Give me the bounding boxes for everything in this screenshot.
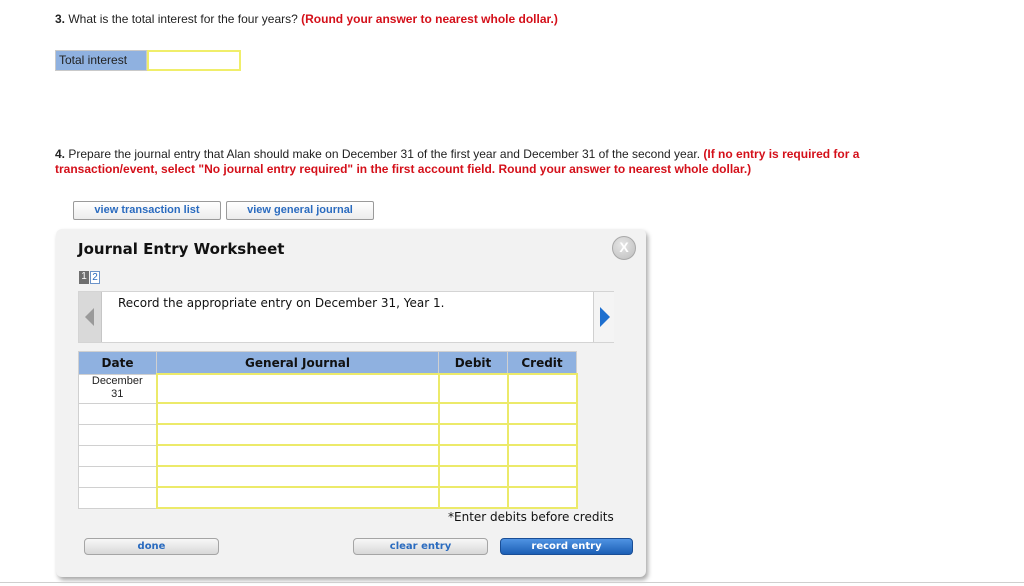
date-cell: December 31	[78, 373, 157, 404]
date-cell	[78, 423, 157, 446]
debit-input[interactable]	[437, 423, 509, 446]
question-4-text: 4. Prepare the journal entry that Alan s…	[55, 147, 955, 177]
credit-input[interactable]	[506, 444, 578, 467]
question-3-prompt: What is the total interest for the four …	[65, 12, 302, 26]
clear-entry-button[interactable]: clear entry	[353, 538, 488, 555]
column-header-debit: Debit	[438, 351, 508, 375]
column-header-credit: Credit	[507, 351, 577, 375]
column-header-date: Date	[78, 351, 157, 375]
instruction-panel: Record the appropriate entry on December…	[78, 291, 614, 343]
date-cell	[78, 444, 157, 467]
view-general-journal-button[interactable]: view general journal	[226, 201, 374, 220]
done-button[interactable]: done	[84, 538, 219, 555]
question-4-number: 4.	[55, 147, 66, 161]
date-cell	[78, 465, 157, 488]
next-button[interactable]	[593, 292, 614, 342]
question-3-text: 3. What is the total interest for the fo…	[55, 12, 558, 27]
credit-input[interactable]	[506, 486, 578, 509]
account-input[interactable]	[155, 486, 440, 509]
page-2-tab[interactable]: 2	[90, 271, 100, 284]
total-interest-input[interactable]	[147, 50, 241, 71]
journal-header-row: Date General Journal Debit Credit	[78, 351, 577, 375]
credit-input[interactable]	[506, 402, 578, 425]
previous-button[interactable]	[79, 292, 102, 342]
date-cell	[78, 402, 157, 425]
debit-input[interactable]	[437, 373, 509, 404]
account-input[interactable]	[155, 423, 440, 446]
table-row	[78, 423, 578, 446]
account-input[interactable]	[155, 465, 440, 488]
journal-entry-worksheet: Journal Entry Worksheet X 1 2 Record the…	[56, 229, 646, 577]
column-header-general-journal: General Journal	[156, 351, 439, 375]
question-4-prompt: Prepare the journal entry that Alan shou…	[65, 147, 704, 161]
debit-input[interactable]	[437, 402, 509, 425]
page-1-tab[interactable]: 1	[79, 271, 89, 284]
view-transaction-list-button[interactable]: view transaction list	[73, 201, 221, 220]
credit-input[interactable]	[506, 373, 578, 404]
date-day: 31	[111, 387, 124, 400]
table-row: December 31	[78, 373, 578, 404]
debits-before-credits-hint: *Enter debits before credits	[448, 510, 614, 524]
journal-table: Date General Journal Debit Credit Decemb…	[78, 351, 578, 509]
date-cell	[78, 486, 157, 509]
table-row	[78, 465, 578, 488]
worksheet-title: Journal Entry Worksheet	[78, 240, 285, 258]
record-entry-button[interactable]: record entry	[500, 538, 633, 555]
account-input[interactable]	[155, 402, 440, 425]
date-month: December	[91, 374, 143, 387]
debit-input[interactable]	[437, 444, 509, 467]
question-3-instruction: (Round your answer to nearest whole doll…	[301, 12, 558, 26]
instruction-text: Record the appropriate entry on December…	[118, 296, 445, 310]
question-3-number: 3.	[55, 12, 66, 26]
chevron-right-icon	[600, 307, 610, 327]
credit-input[interactable]	[506, 423, 578, 446]
table-row	[78, 402, 578, 425]
chevron-left-icon	[85, 308, 94, 326]
page-divider	[0, 582, 1024, 583]
debit-input[interactable]	[437, 486, 509, 509]
table-row	[78, 444, 578, 467]
credit-input[interactable]	[506, 465, 578, 488]
account-input[interactable]	[155, 373, 440, 404]
account-input[interactable]	[155, 444, 440, 467]
table-row	[78, 486, 578, 509]
debit-input[interactable]	[437, 465, 509, 488]
total-interest-label: Total interest	[55, 50, 147, 71]
close-icon[interactable]: X	[612, 236, 636, 260]
